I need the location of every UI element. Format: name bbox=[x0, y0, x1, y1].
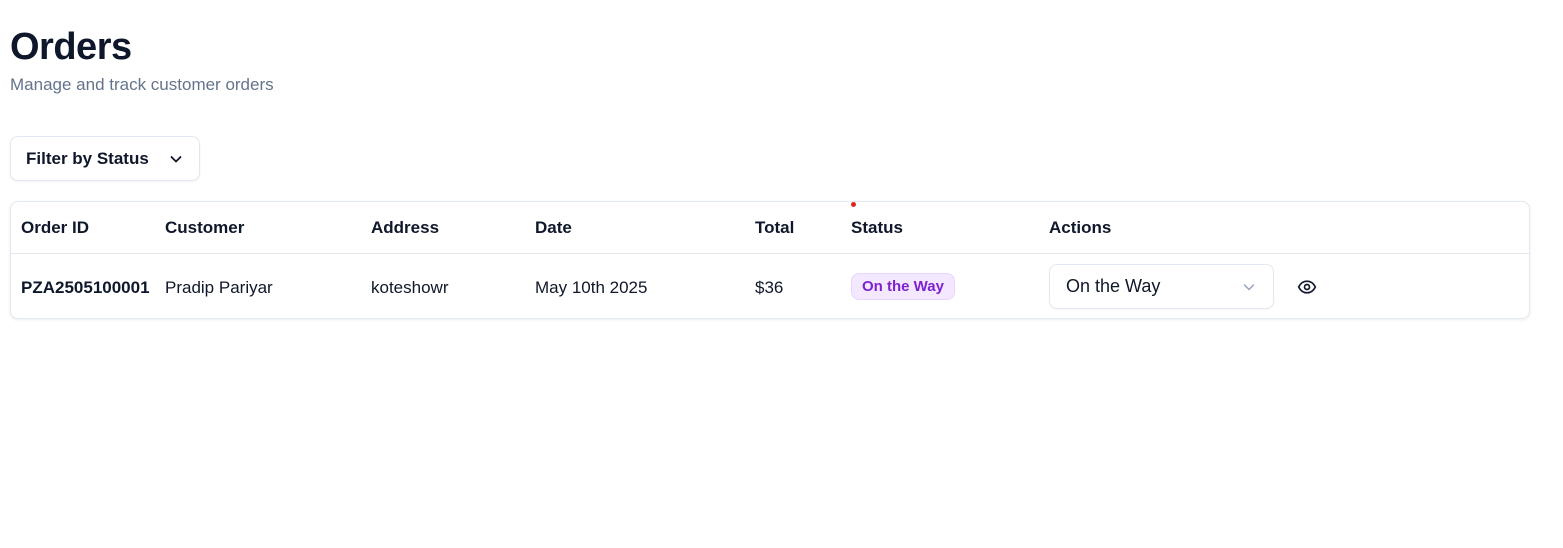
status-badge: On the Way bbox=[851, 273, 955, 300]
indicator-dot bbox=[851, 202, 856, 207]
customer-cell: Pradip Pariyar bbox=[165, 278, 273, 297]
page-title: Orders bbox=[10, 26, 132, 68]
column-header-status: Status bbox=[851, 218, 903, 237]
order-id-cell: PZA2505100001 bbox=[21, 278, 150, 297]
column-header-date: Date bbox=[535, 218, 572, 237]
status-select-value: On the Way bbox=[1066, 276, 1161, 296]
column-header-actions: Actions bbox=[1049, 218, 1112, 237]
orders-page: Orders Manage and track customer orders … bbox=[0, 0, 1563, 548]
column-header-total: Total bbox=[755, 218, 795, 237]
total-cell: $36 bbox=[755, 278, 784, 297]
column-header-order-id: Order ID bbox=[21, 218, 90, 237]
filter-by-status-button[interactable]: Filter by Status bbox=[10, 136, 200, 181]
status-select[interactable]: On the Way bbox=[1049, 264, 1274, 309]
column-header-customer: Customer bbox=[165, 218, 245, 237]
eye-icon bbox=[1297, 277, 1317, 297]
chevron-down-icon bbox=[168, 151, 184, 167]
view-order-button[interactable] bbox=[1295, 275, 1319, 299]
chevron-down-icon bbox=[1241, 279, 1257, 295]
table-header: Order ID Customer Address Date Total Sta… bbox=[11, 202, 1529, 254]
page-subtitle: Manage and track customer orders bbox=[10, 75, 274, 94]
date-cell: May 10th 2025 bbox=[535, 278, 648, 297]
table-row: PZA2505100001 Pradip Pariyar koteshowr M… bbox=[11, 254, 1529, 320]
orders-table: Order ID Customer Address Date Total Sta… bbox=[10, 201, 1530, 319]
filter-by-status-label: Filter by Status bbox=[26, 148, 149, 168]
column-header-address: Address bbox=[371, 218, 440, 237]
address-cell: koteshowr bbox=[371, 278, 449, 297]
